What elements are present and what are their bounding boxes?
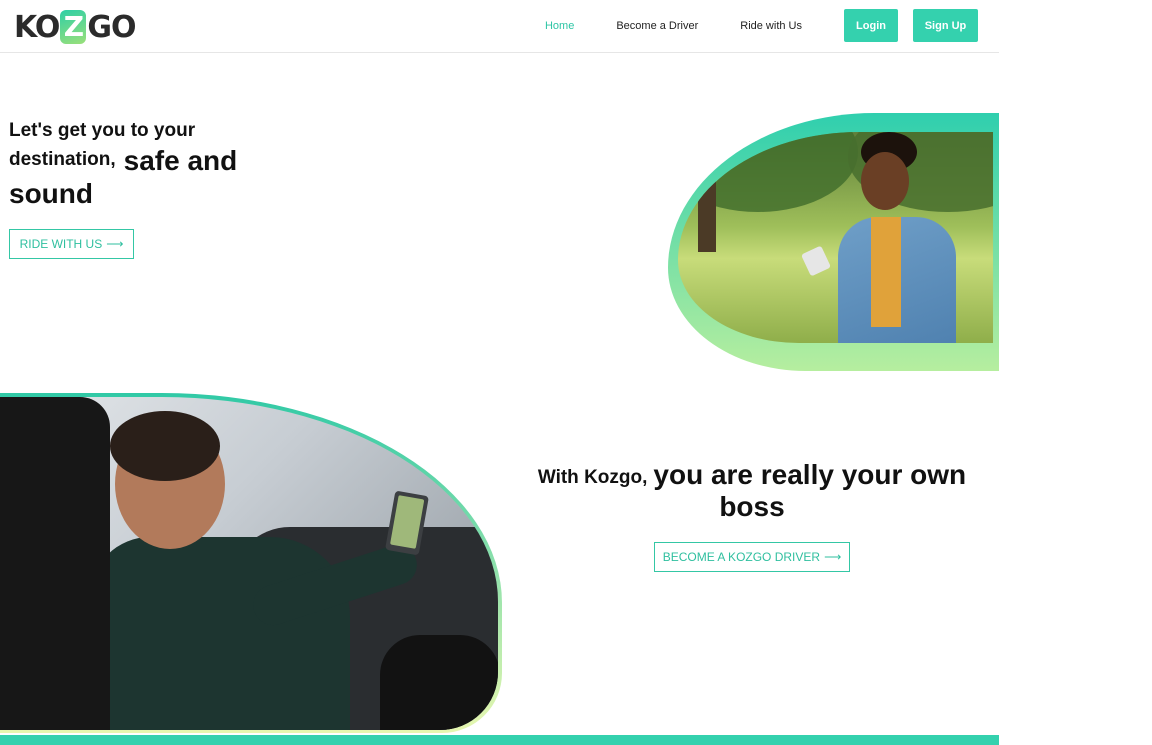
nav-become-driver[interactable]: Become a Driver xyxy=(616,20,698,32)
driver-line1-small: With Kozgo, xyxy=(537,467,648,488)
arrow-right-icon: ⟶ xyxy=(106,237,124,251)
page: KO Z GO Home Become a Driver Ride with U… xyxy=(0,0,999,745)
login-button[interactable]: Login xyxy=(844,9,898,42)
hero-line3-big: sound xyxy=(9,178,93,209)
logo-prefix: KO xyxy=(14,9,60,45)
arrow-right-icon: ⟶ xyxy=(824,550,842,564)
hero-line2-big: safe and xyxy=(123,145,238,176)
site-header: KO Z GO Home Become a Driver Ride with U… xyxy=(0,0,999,53)
man-driving-image xyxy=(0,397,498,730)
hero-line1: Let's get you to your xyxy=(9,120,196,141)
woman-with-phone-image xyxy=(678,132,993,343)
become-driver-label: BECOME A KOZGO DRIVER xyxy=(662,550,821,564)
hero-image-frame xyxy=(668,113,999,371)
hero-line2-small: destination, xyxy=(9,149,116,170)
nav-ride-with-us[interactable]: Ride with Us xyxy=(740,20,802,32)
driver-heading: With Kozgo, you are really your own boss xyxy=(520,458,984,527)
logo-suffix: GO xyxy=(87,9,136,45)
main-nav: Home Become a Driver Ride with Us Login … xyxy=(545,9,978,42)
hero-heading: Let's get you to your destination, safe … xyxy=(9,116,309,215)
driver-line2-big: boss xyxy=(719,491,785,522)
signup-button[interactable]: Sign Up xyxy=(913,9,978,42)
driver-image-frame xyxy=(0,393,502,733)
ride-with-us-button[interactable]: RIDE WITH US ⟶ xyxy=(9,229,134,259)
kozgo-logo[interactable]: KO Z GO xyxy=(14,9,137,45)
driver-line1-big: you are really your own xyxy=(653,459,967,490)
logo-z-mark: Z xyxy=(60,10,87,44)
become-driver-button[interactable]: BECOME A KOZGO DRIVER ⟶ xyxy=(654,542,850,572)
footer-accent-bar xyxy=(0,735,999,745)
nav-home[interactable]: Home xyxy=(545,20,574,32)
ride-with-us-label: RIDE WITH US xyxy=(19,237,103,251)
